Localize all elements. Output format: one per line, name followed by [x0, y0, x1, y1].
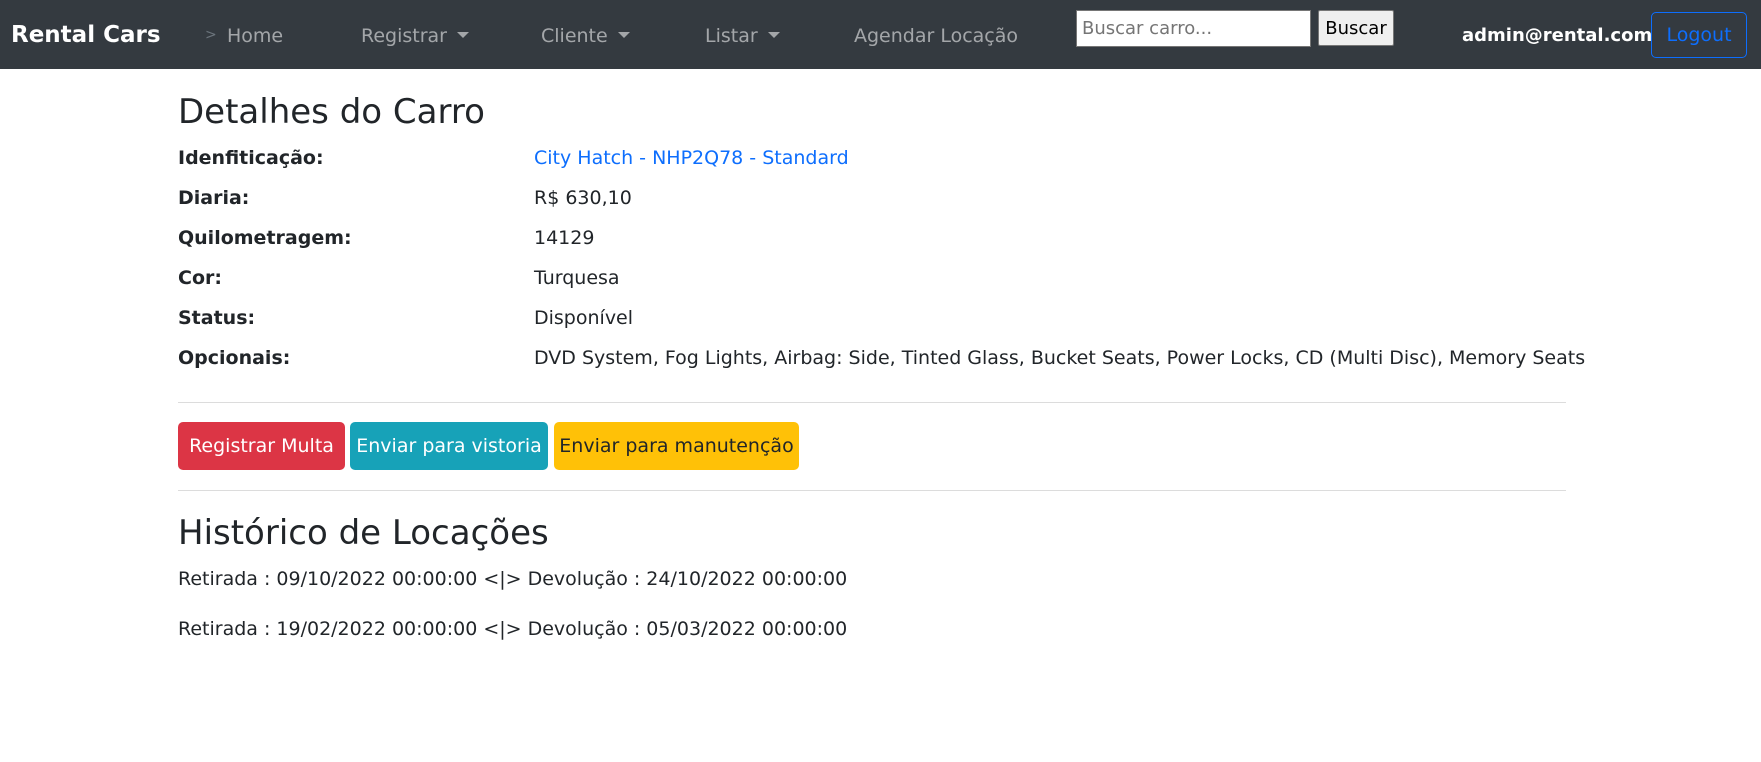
navbar: Rental Cars > Home Registrar Cliente Lis… [0, 0, 1761, 69]
caret-down-icon [457, 32, 469, 38]
detail-label-mileage: Quilometragem: [178, 227, 352, 249]
caret-down-icon [617, 32, 630, 38]
logout-button[interactable]: Logout [1651, 12, 1747, 58]
caret-down-icon [767, 32, 780, 38]
history-item: Retirada : 09/10/2022 00:00:00 <|> Devol… [178, 568, 848, 590]
send-maintenance-button[interactable]: Enviar para manutenção [554, 422, 799, 470]
detail-label-status: Status: [178, 307, 256, 329]
user-email: admin@rental.com [1462, 25, 1653, 46]
detail-value-identification: City Hatch - NHP2Q78 - Standard [534, 145, 849, 171]
page-title: Detalhes do Carro [178, 92, 485, 132]
detail-label-color: Cor: [178, 267, 222, 289]
search-button[interactable]: Buscar [1318, 10, 1394, 46]
detail-value-mileage: 14129 [534, 227, 595, 249]
detail-label-options: Opcionais: [178, 347, 291, 369]
car-identification-link[interactable]: City Hatch - NHP2Q78 - Standard [534, 147, 849, 169]
send-inspection-button[interactable]: Enviar para vistoria [350, 422, 548, 470]
search-input[interactable] [1076, 10, 1311, 47]
detail-label-daily-rate: Diaria: [178, 187, 250, 209]
nav-arrow-icon: > [205, 27, 217, 43]
nav-home[interactable]: Home [227, 23, 283, 49]
detail-value-status: Disponível [534, 307, 634, 329]
nav-agendar-locacao[interactable]: Agendar Locação [854, 23, 1018, 49]
history-item: Retirada : 19/02/2022 00:00:00 <|> Devol… [178, 618, 848, 640]
detail-label-identification: Idenfiticação: [178, 147, 324, 169]
nav-agendar-label: Agendar Locação [854, 25, 1019, 47]
brand-link[interactable]: Rental Cars [11, 20, 161, 50]
divider [178, 490, 1566, 491]
nav-cliente-label: Cliente [541, 25, 608, 47]
nav-registrar-label: Registrar [361, 25, 447, 47]
register-fine-button[interactable]: Registrar Multa [178, 422, 345, 470]
nav-home-label: Home [227, 25, 284, 47]
history-title: Histórico de Locações [178, 513, 549, 553]
nav-listar-dropdown[interactable]: Listar [705, 23, 780, 49]
nav-registrar-dropdown[interactable]: Registrar [361, 23, 469, 49]
nav-listar-label: Listar [705, 25, 758, 47]
nav-cliente-dropdown[interactable]: Cliente [541, 23, 630, 49]
detail-value-options: DVD System, Fog Lights, Airbag: Side, Ti… [534, 347, 1586, 369]
detail-value-color: Turquesa [534, 267, 620, 289]
divider [178, 402, 1566, 403]
detail-value-daily-rate: R$ 630,10 [534, 187, 632, 209]
